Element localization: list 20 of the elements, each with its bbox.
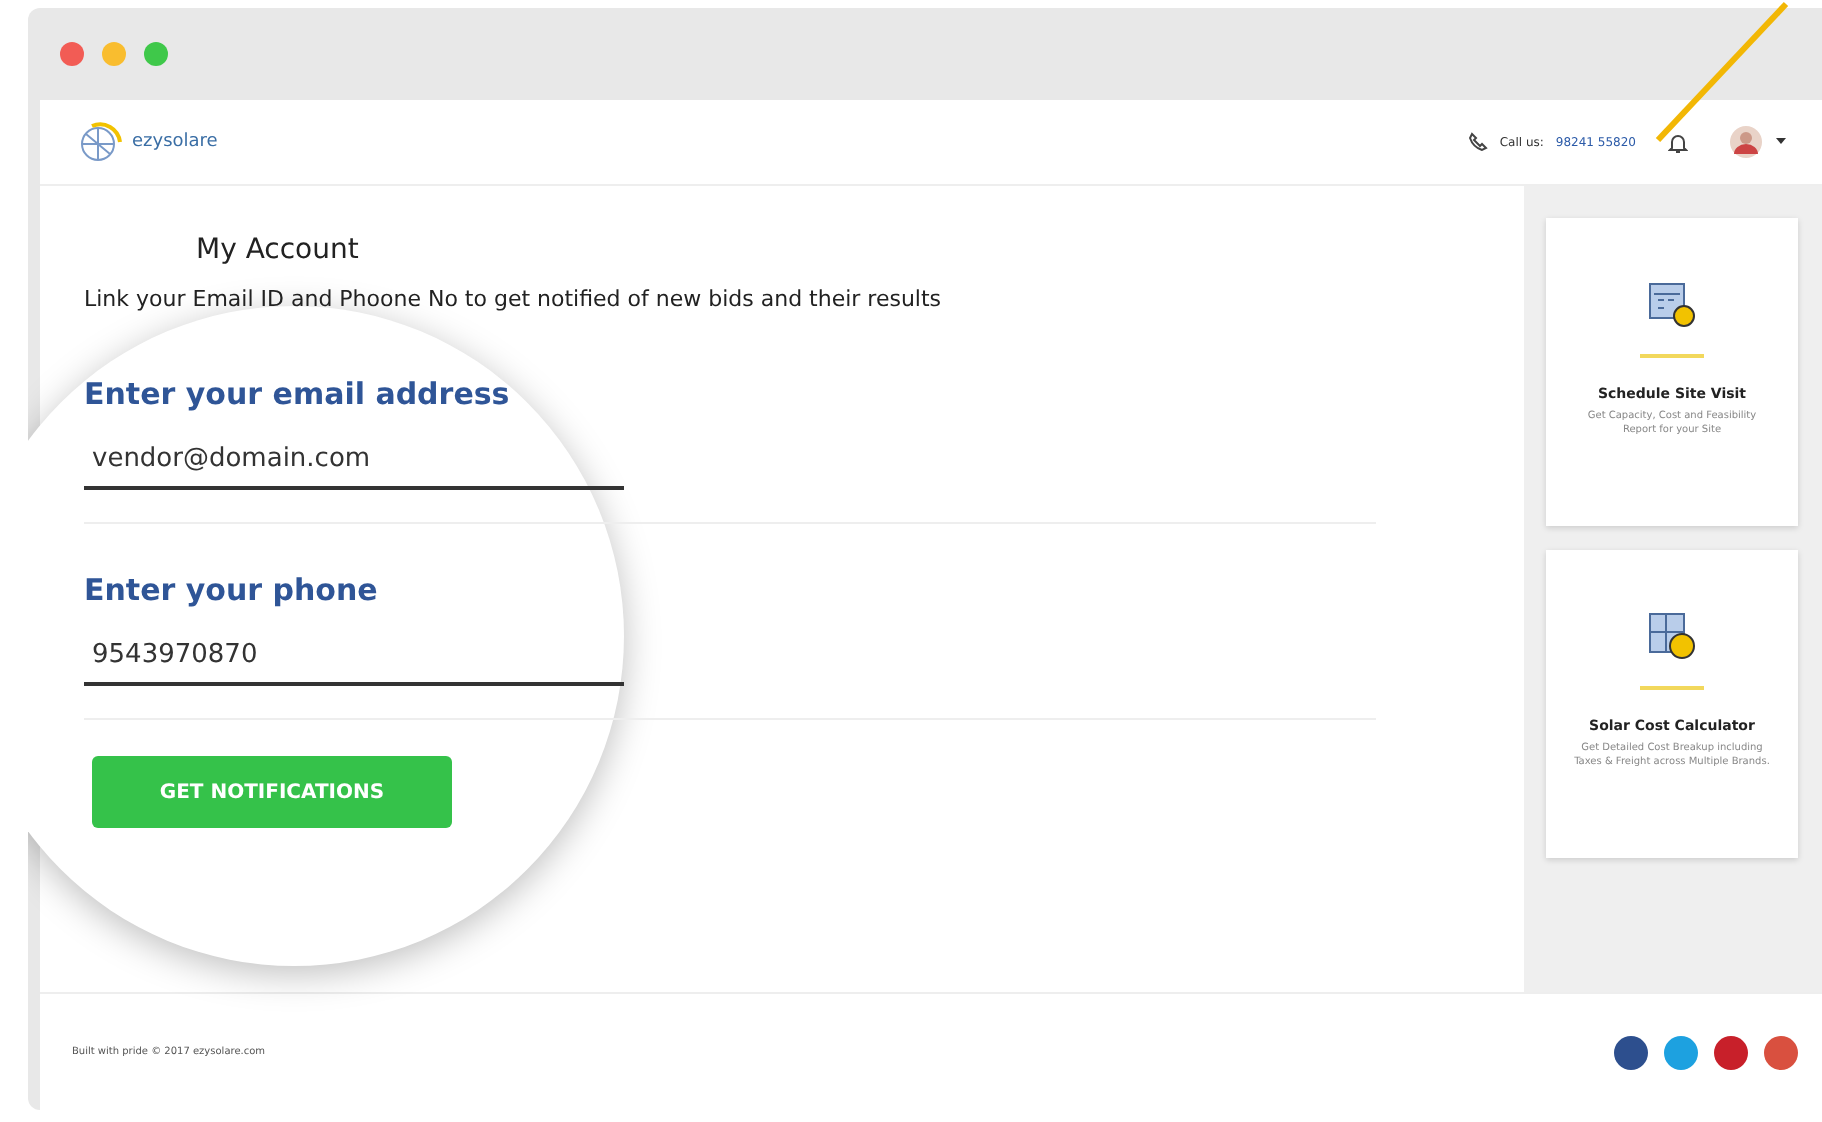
globe-logo-icon: [76, 122, 124, 162]
page-title: My Account: [196, 234, 361, 266]
avatar-icon[interactable]: [1728, 124, 1764, 160]
field-label: Enter your email address: [84, 376, 512, 412]
intro-text: Link your Email ID and Phoone No to get notified of new bids and their results: [84, 286, 944, 312]
field-label: Enter your phone: [84, 572, 380, 608]
caret-icon[interactable]: [1776, 138, 1786, 146]
input-field[interactable]: 9543970870: [84, 636, 624, 686]
bell-icon[interactable]: [1668, 131, 1688, 153]
close-dot[interactable]: [60, 42, 84, 66]
logo-text: ezysolare: [132, 132, 218, 152]
maximize-dot[interactable]: [144, 42, 168, 66]
minimize-dot[interactable]: [102, 42, 126, 66]
social-circle-icon[interactable]: [1764, 1035, 1798, 1069]
social-circle-icon[interactable]: [1614, 1035, 1648, 1069]
calendar-icon: [1646, 278, 1698, 330]
social-circle-icon[interactable]: [1714, 1035, 1748, 1069]
input-field[interactable]: vendor@domain.com: [84, 440, 624, 490]
calculator-icon: [1646, 610, 1698, 662]
phone-icon: [1467, 132, 1488, 152]
